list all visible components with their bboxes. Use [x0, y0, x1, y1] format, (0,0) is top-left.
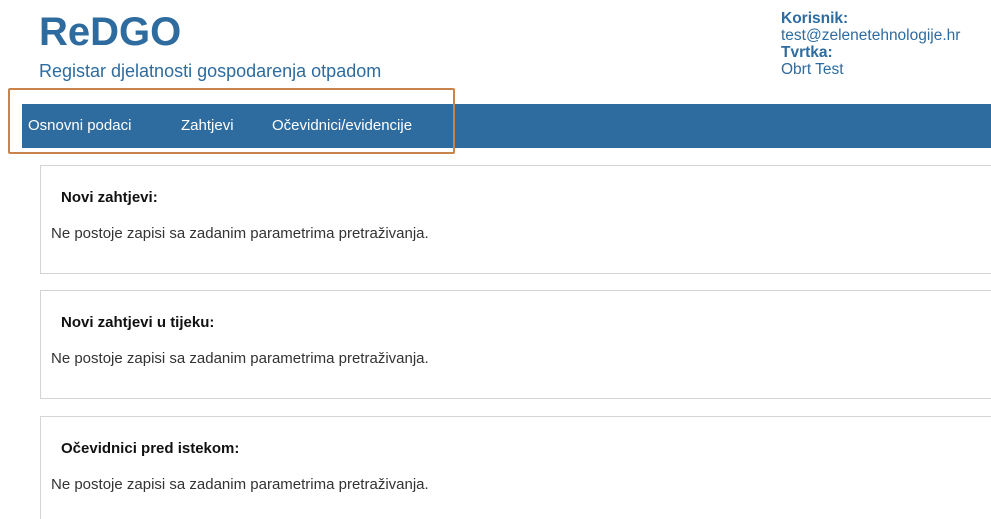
user-info: Korisnik: test@zelenetehnologije.hr Tvrt… [781, 10, 960, 78]
main-navbar: Osnovni podaci Zahtjevi Očevidnici/evide… [22, 104, 991, 148]
company-name: Obrt Test [781, 61, 844, 78]
nav-item-ocevidnici-evidencije[interactable]: Očevidnici/evidencije [272, 104, 412, 148]
panel-empty-message: Ne postoje zapisi sa zadanim parametrima… [51, 350, 429, 367]
app-logo-title[interactable]: ReDGO [39, 8, 181, 56]
user-label: Korisnik: [781, 10, 849, 27]
app-subtitle: Registar djelatnosti gospodarenja otpado… [39, 61, 382, 81]
panel-empty-message: Ne postoje zapisi sa zadanim parametrima… [51, 476, 429, 493]
panel-novi-zahtjevi-u-tijeku: Novi zahtjevi u tijeku: Ne postoje zapis… [40, 290, 991, 399]
panel-title: Novi zahtjevi: [61, 189, 158, 206]
user-email: test@zelenetehnologije.hr [781, 27, 961, 44]
panel-title: Očevidnici pred istekom: [61, 440, 240, 457]
nav-item-zahtjevi[interactable]: Zahtjevi [181, 104, 234, 148]
page: ReDGO Registar djelatnosti gospodarenja … [0, 0, 991, 519]
panel-novi-zahtjevi: Novi zahtjevi: Ne postoje zapisi sa zada… [40, 165, 991, 274]
panel-title: Novi zahtjevi u tijeku: [61, 314, 215, 331]
panel-ocevidnici-pred-istekom: Očevidnici pred istekom: Ne postoje zapi… [40, 416, 991, 519]
nav-item-osnovni-podaci[interactable]: Osnovni podaci [28, 104, 131, 148]
panel-empty-message: Ne postoje zapisi sa zadanim parametrima… [51, 225, 429, 242]
company-label: Tvrtka: [781, 44, 833, 61]
